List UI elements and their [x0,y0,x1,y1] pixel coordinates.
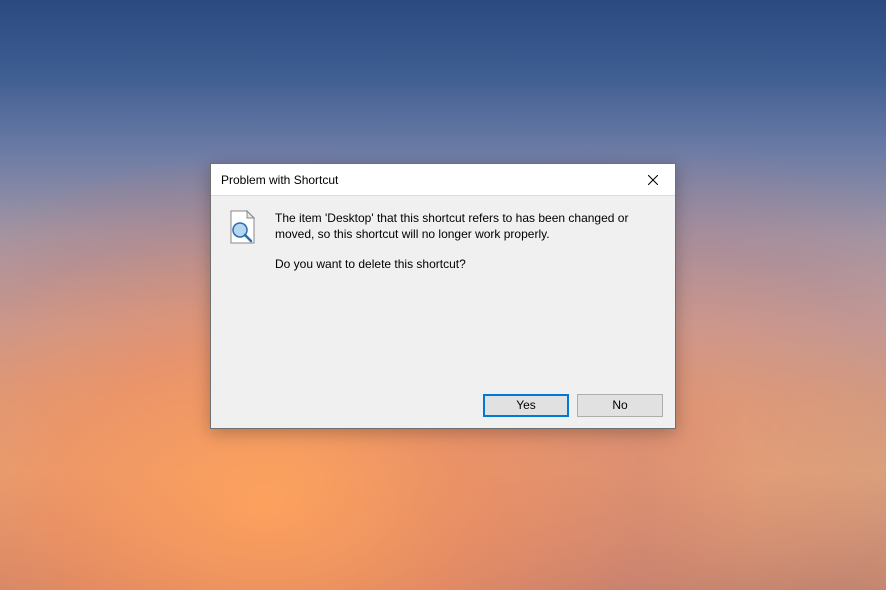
yes-button[interactable]: Yes [483,394,569,417]
close-icon [648,175,658,185]
problem-with-shortcut-dialog: Problem with Shortcut [210,163,676,429]
close-button[interactable] [630,164,675,195]
dialog-title: Problem with Shortcut [211,173,630,187]
file-search-icon [227,210,259,244]
desktop-wallpaper: Problem with Shortcut [0,0,886,590]
dialog-message-line2: Do you want to delete this shortcut? [275,256,659,272]
dialog-message: The item 'Desktop' that this shortcut re… [267,210,659,372]
no-button[interactable]: No [577,394,663,417]
dialog-icon-column [227,210,267,372]
dialog-button-row: Yes No [211,382,675,428]
dialog-content: The item 'Desktop' that this shortcut re… [211,196,675,382]
dialog-titlebar: Problem with Shortcut [211,164,675,196]
dialog-message-line1: The item 'Desktop' that this shortcut re… [275,210,659,242]
